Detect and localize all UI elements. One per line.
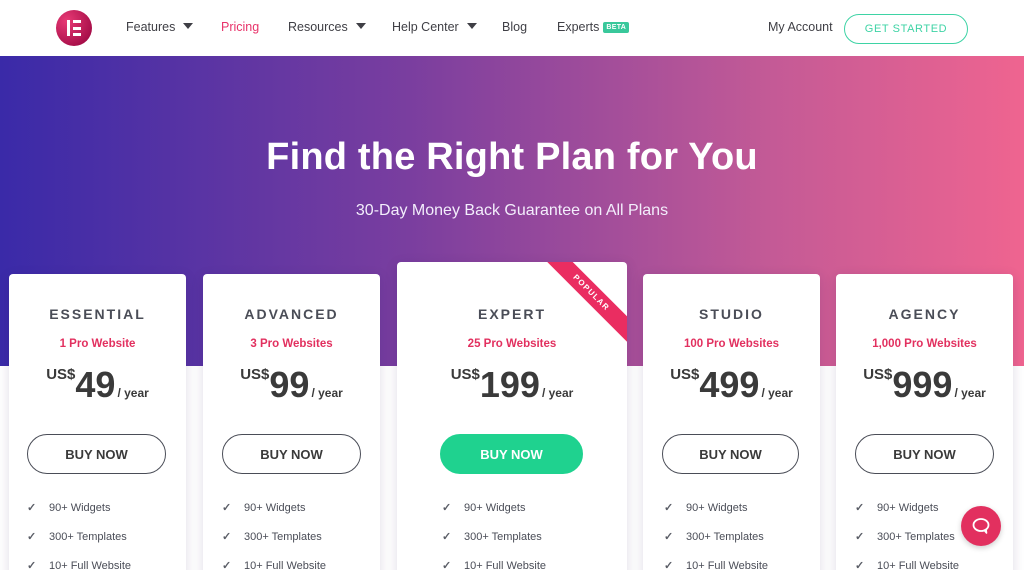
plan-sites: 25 Pro Websites <box>467 338 557 350</box>
check-icon: ✓ <box>664 531 674 543</box>
caret-down-icon <box>183 23 194 29</box>
page-title: Find the Right Plan for You <box>266 136 758 178</box>
feature-item: ✓ 300+ Templates <box>664 531 764 543</box>
check-icon: ✓ <box>222 531 232 543</box>
get-started-button[interactable]: GET STARTED <box>844 14 968 44</box>
buy-now-button[interactable]: BUY NOW <box>440 434 583 474</box>
plan-sites: 1 Pro Website <box>59 338 136 350</box>
nav-item-blog[interactable]: Blog <box>502 20 527 34</box>
plan-card-advanced: ADVANCED 3 Pro Websites US$99/ year BUY … <box>203 274 380 570</box>
plan-price: US$99/ year <box>240 364 343 405</box>
plan-card-studio: STUDIO 100 Pro Websites US$499/ year BUY… <box>643 274 820 570</box>
plan-price: US$499/ year <box>670 364 793 405</box>
feature-item: ✓ 90+ Widgets <box>664 502 748 514</box>
feature-item: ✓ 10+ Full Website <box>664 560 769 570</box>
feature-item: ✓ 10+ Full Website <box>855 560 960 570</box>
plan-name: AGENCY <box>888 306 961 322</box>
nav-item-pricing[interactable]: Pricing <box>221 20 259 34</box>
feature-item: ✓ 300+ Templates <box>442 531 542 543</box>
nav-item-features[interactable]: Features <box>126 20 194 34</box>
check-icon: ✓ <box>855 502 865 514</box>
top-navigation: Features Pricing Resources Help Center B… <box>0 0 1024 56</box>
feature-item: ✓ 90+ Widgets <box>442 502 526 514</box>
feature-item: ✓ 90+ Widgets <box>27 502 111 514</box>
feature-item: ✓ 90+ Widgets <box>855 502 939 514</box>
plan-sites: 1,000 Pro Websites <box>872 338 977 350</box>
plan-price: US$49/ year <box>46 364 149 405</box>
buy-now-button[interactable]: BUY NOW <box>855 434 994 474</box>
feature-item: ✓ 90+ Widgets <box>222 502 306 514</box>
plan-sites: 100 Pro Websites <box>683 338 780 350</box>
nav-item-label: Resources <box>288 20 348 34</box>
check-icon: ✓ <box>442 531 452 543</box>
nav-item-label: Features <box>126 20 176 34</box>
plan-name: STUDIO <box>699 306 764 322</box>
nav-item-label: Blog <box>502 20 528 34</box>
nav-item-resources[interactable]: Resources <box>288 20 366 34</box>
feature-item: ✓ 10+ Full Website <box>442 560 547 570</box>
plan-sites: 3 Pro Websites <box>250 338 333 350</box>
caret-down-icon <box>466 23 477 29</box>
check-icon: ✓ <box>664 502 674 514</box>
chat-glyph <box>972 518 990 534</box>
caret-down-icon <box>355 23 366 29</box>
my-account-link[interactable]: My Account <box>768 20 833 34</box>
check-icon: ✓ <box>27 502 37 514</box>
plan-price: US$199/ year <box>450 364 574 405</box>
nav-item-help-center[interactable]: Help Center <box>392 20 477 34</box>
feature-item: ✓ 300+ Templates <box>27 531 127 543</box>
plan-name: EXPERT <box>477 306 546 322</box>
check-icon: ✓ <box>664 560 674 570</box>
nav-item-experts[interactable]: Experts BETA <box>557 20 630 34</box>
check-icon: ✓ <box>442 502 452 514</box>
feature-item: ✓ 300+ Templates <box>855 531 955 543</box>
page-subtitle: 30-Day Money Back Guarantee on All Plans <box>355 202 669 219</box>
plan-card-expert: POPULAR EXPERT 25 Pro Websites US$199/ y… <box>397 262 627 570</box>
nav-item-label: Help Center <box>392 20 459 34</box>
plan-card-essential: ESSENTIAL 1 Pro Website US$49/ year BUY … <box>9 274 186 570</box>
nav-item-label: Pricing <box>221 20 260 34</box>
check-icon: ✓ <box>27 531 37 543</box>
nav-item-label: Experts <box>557 20 600 34</box>
check-icon: ✓ <box>855 531 865 543</box>
check-icon: ✓ <box>442 560 452 570</box>
feature-item: ✓ 300+ Templates <box>222 531 322 543</box>
plan-price: US$999/ year <box>863 364 986 405</box>
check-icon: ✓ <box>855 560 865 570</box>
buy-now-button[interactable]: BUY NOW <box>662 434 799 474</box>
feature-item: ✓ 10+ Full Website <box>27 560 132 570</box>
plan-name: ADVANCED <box>244 306 339 322</box>
check-icon: ✓ <box>27 560 37 570</box>
buy-now-button[interactable]: BUY NOW <box>222 434 361 474</box>
buy-now-button[interactable]: BUY NOW <box>27 434 166 474</box>
chat-bubble-icon[interactable] <box>961 506 1001 546</box>
check-icon: ✓ <box>222 502 232 514</box>
beta-badge: BETA <box>603 22 630 33</box>
check-icon: ✓ <box>222 560 232 570</box>
plan-name: ESSENTIAL <box>49 306 146 322</box>
feature-item: ✓ 10+ Full Website <box>222 560 327 570</box>
elementor-logo-icon[interactable] <box>56 10 92 46</box>
